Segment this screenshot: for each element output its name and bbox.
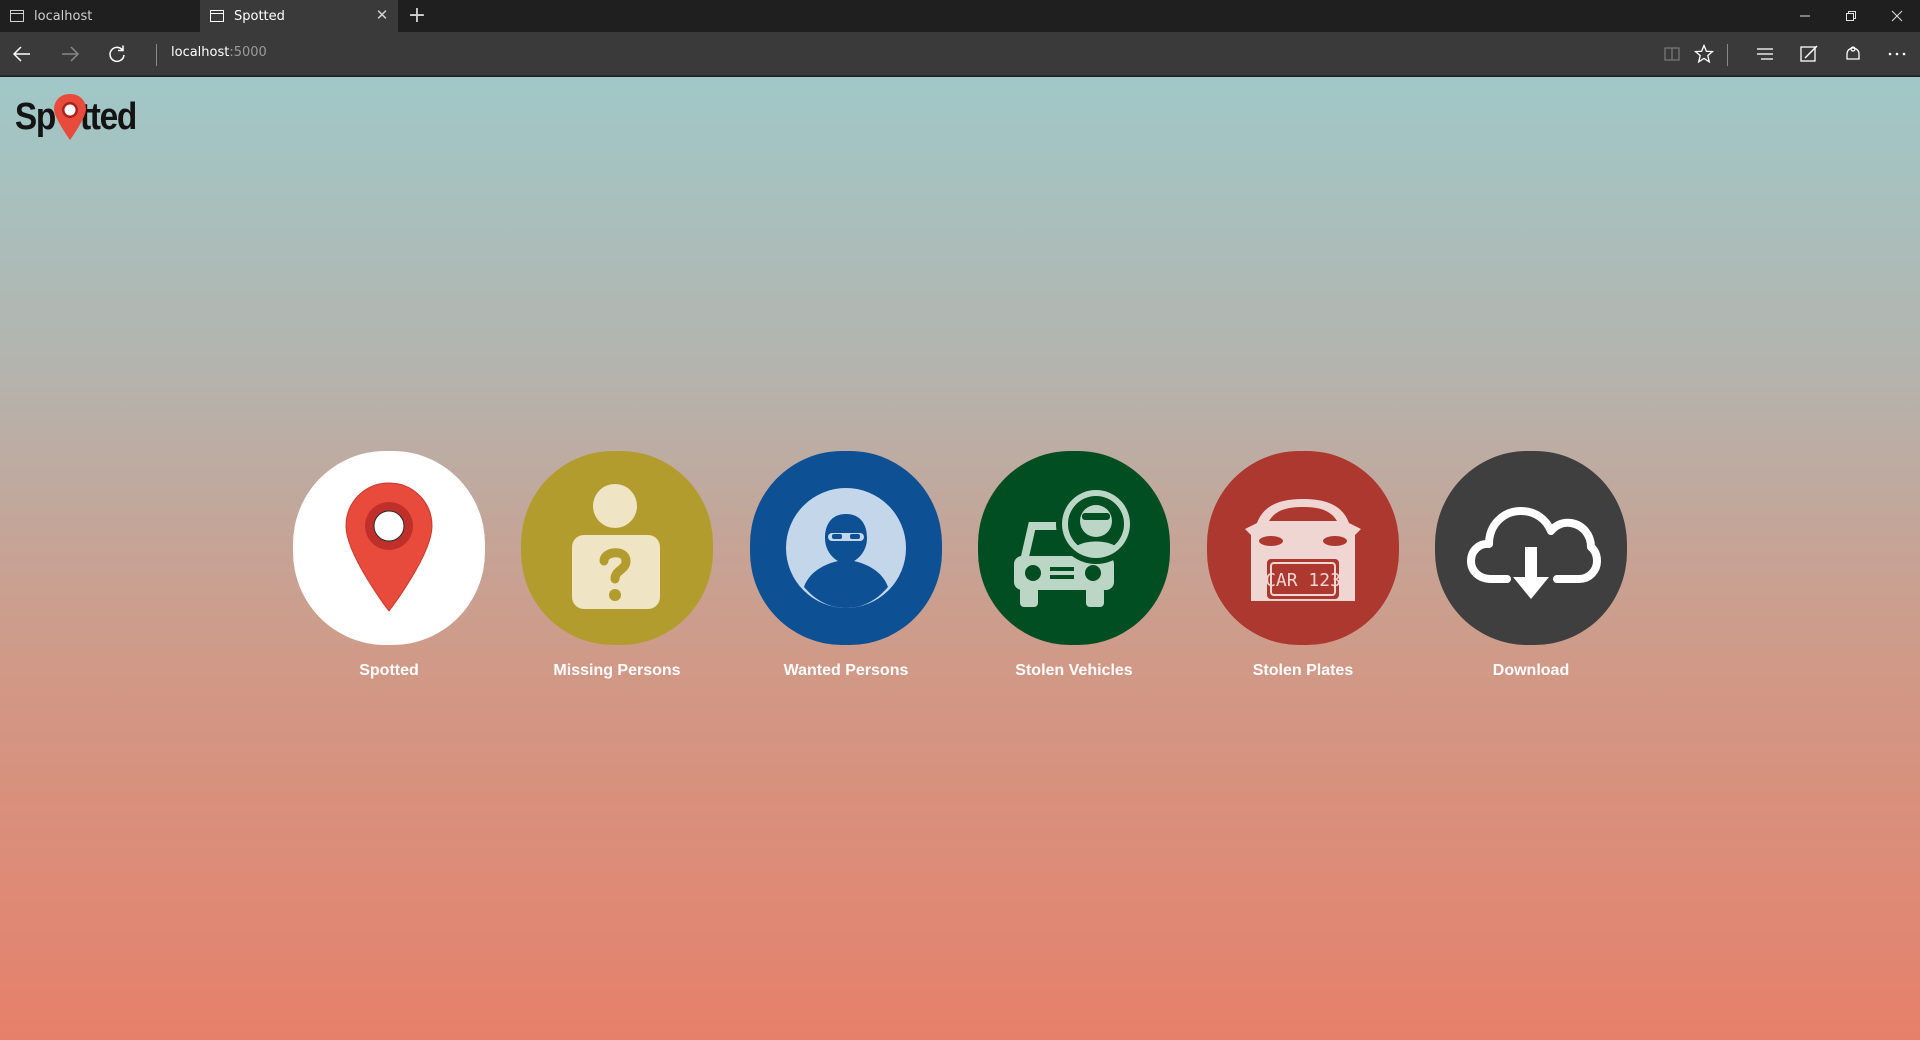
tile-spotted[interactable]: Spotted bbox=[293, 451, 485, 680]
hub-icon bbox=[1757, 48, 1773, 60]
spotted-logo: Sp tted bbox=[15, 94, 137, 140]
app-logo[interactable]: Sp tted bbox=[14, 91, 146, 147]
star-icon bbox=[1694, 44, 1714, 64]
restore-icon bbox=[1846, 11, 1856, 21]
tile-label: Stolen Vehicles bbox=[1015, 662, 1133, 679]
new-tab-button[interactable]: + bbox=[405, 3, 429, 29]
web-note-button[interactable] bbox=[1793, 38, 1825, 70]
page-icon bbox=[210, 10, 224, 22]
share-icon bbox=[1846, 46, 1860, 60]
divider bbox=[1727, 44, 1728, 66]
close-window-button[interactable] bbox=[1874, 0, 1920, 32]
address-bar[interactable]: localhost:5000 bbox=[171, 45, 267, 60]
tile-wanted-persons[interactable]: Wanted Persons bbox=[750, 451, 942, 680]
missing-person-icon bbox=[572, 484, 660, 609]
close-icon bbox=[1891, 10, 1903, 22]
tile-missing-persons[interactable]: Missing Persons bbox=[521, 451, 713, 680]
reading-view-icon bbox=[1664, 47, 1680, 61]
browser-tab-spotted[interactable]: Spotted ✕ bbox=[200, 0, 398, 32]
tab-title: localhost bbox=[34, 8, 93, 24]
cloud-download-icon bbox=[1467, 507, 1601, 599]
tile-badge bbox=[521, 451, 713, 645]
tile-badge bbox=[1435, 451, 1627, 645]
close-tab-icon[interactable]: ✕ bbox=[374, 7, 390, 23]
tile-label: Missing Persons bbox=[553, 662, 681, 679]
arrow-right-icon bbox=[62, 46, 80, 62]
minimize-button[interactable] bbox=[1782, 0, 1828, 32]
tile-label: Spotted bbox=[359, 662, 419, 679]
forward-button[interactable] bbox=[54, 38, 86, 70]
tile-badge: CAR 123 bbox=[1207, 451, 1399, 645]
tile-download[interactable]: Download bbox=[1435, 451, 1627, 680]
map-pin-icon bbox=[345, 482, 433, 612]
more-icon bbox=[1888, 52, 1906, 56]
tile-badge bbox=[978, 451, 1170, 645]
tile-stolen-plates[interactable]: CAR 123 Stolen Plates bbox=[1207, 451, 1399, 680]
hub-button[interactable] bbox=[1749, 38, 1781, 70]
tile-stolen-vehicles[interactable]: Stolen Vehicles bbox=[978, 451, 1170, 680]
more-button[interactable] bbox=[1881, 38, 1913, 70]
web-note-icon bbox=[1800, 45, 1818, 62]
divider bbox=[156, 44, 157, 66]
refresh-button[interactable] bbox=[101, 38, 133, 70]
minimize-icon bbox=[1800, 15, 1810, 17]
refresh-icon bbox=[109, 45, 125, 63]
reading-view-button[interactable] bbox=[1656, 38, 1688, 70]
tile-badge bbox=[750, 451, 942, 645]
back-button[interactable] bbox=[6, 38, 38, 70]
tab-title: Spotted bbox=[234, 8, 285, 24]
url-host: localhost bbox=[171, 45, 230, 60]
svg-text:tted: tted bbox=[80, 95, 136, 137]
tile-label: Stolen Plates bbox=[1252, 662, 1354, 679]
page-icon bbox=[10, 10, 24, 22]
svg-text:Sp: Sp bbox=[15, 95, 56, 137]
browser-tab-localhost[interactable]: localhost bbox=[0, 0, 200, 32]
plate-text: CAR 123 bbox=[1265, 570, 1341, 591]
favorite-button[interactable] bbox=[1688, 38, 1720, 70]
share-button[interactable] bbox=[1837, 38, 1869, 70]
feature-tiles: Spotted Missing Persons Wanted Persons S… bbox=[293, 451, 1633, 691]
masked-person-icon bbox=[786, 488, 906, 608]
browser-tab-bar: localhost Spotted ✕ + bbox=[0, 0, 1920, 32]
browser-nav-bar: localhost:5000 bbox=[0, 32, 1920, 76]
stolen-vehicle-icon bbox=[1014, 484, 1136, 607]
arrow-left-icon bbox=[12, 46, 30, 62]
tile-badge bbox=[293, 451, 485, 645]
page-content: Sp tted Spotted Missing Persons Wanted P… bbox=[0, 77, 1920, 1040]
license-plate-icon: CAR 123 bbox=[1245, 499, 1361, 601]
tile-label: Download bbox=[1492, 662, 1570, 679]
tile-label: Wanted Persons bbox=[783, 662, 909, 679]
restore-button[interactable] bbox=[1828, 0, 1874, 32]
url-port: :5000 bbox=[229, 45, 267, 60]
